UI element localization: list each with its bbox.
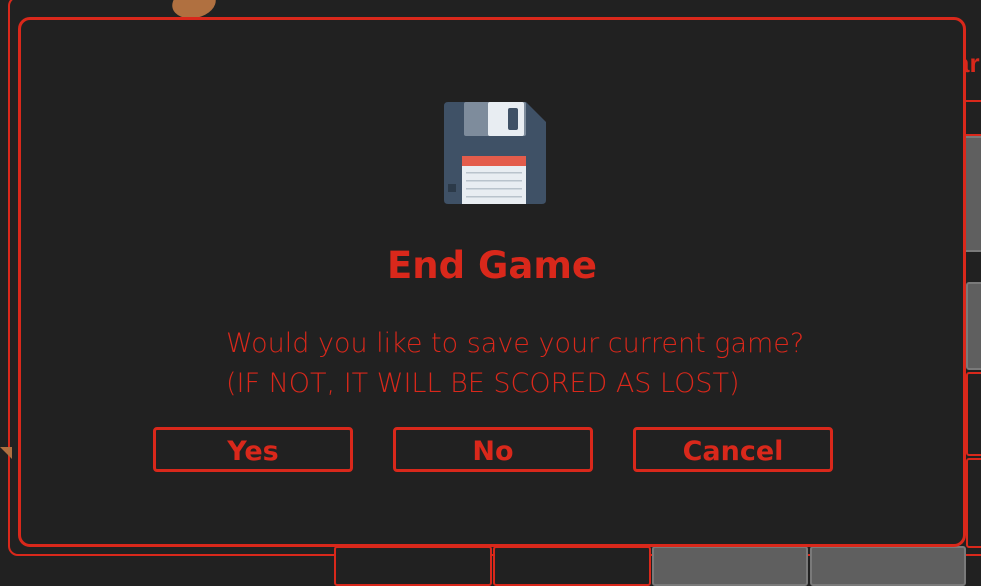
- yes-button[interactable]: Yes: [153, 427, 353, 472]
- dialog-title: End Game: [387, 244, 597, 287]
- dialog-message: Would you like to save your current game…: [226, 328, 805, 359]
- board-cell: [652, 546, 808, 586]
- board-cell: [966, 458, 981, 548]
- board-cell: [493, 546, 651, 586]
- cancel-button[interactable]: Cancel: [633, 427, 833, 472]
- floppy-disk-icon: [444, 102, 546, 204]
- board-cell: [810, 546, 966, 586]
- end-game-dialog: End Game Would you like to save your cur…: [18, 17, 966, 547]
- board-cell: [966, 372, 981, 456]
- no-button[interactable]: No: [393, 427, 593, 472]
- board-cell: [334, 546, 492, 586]
- dialog-warning: (IF NOT, IT WILL BE SCORED AS LOST): [226, 368, 740, 399]
- board-cell: [966, 282, 981, 370]
- game-piece-edge: [0, 447, 12, 459]
